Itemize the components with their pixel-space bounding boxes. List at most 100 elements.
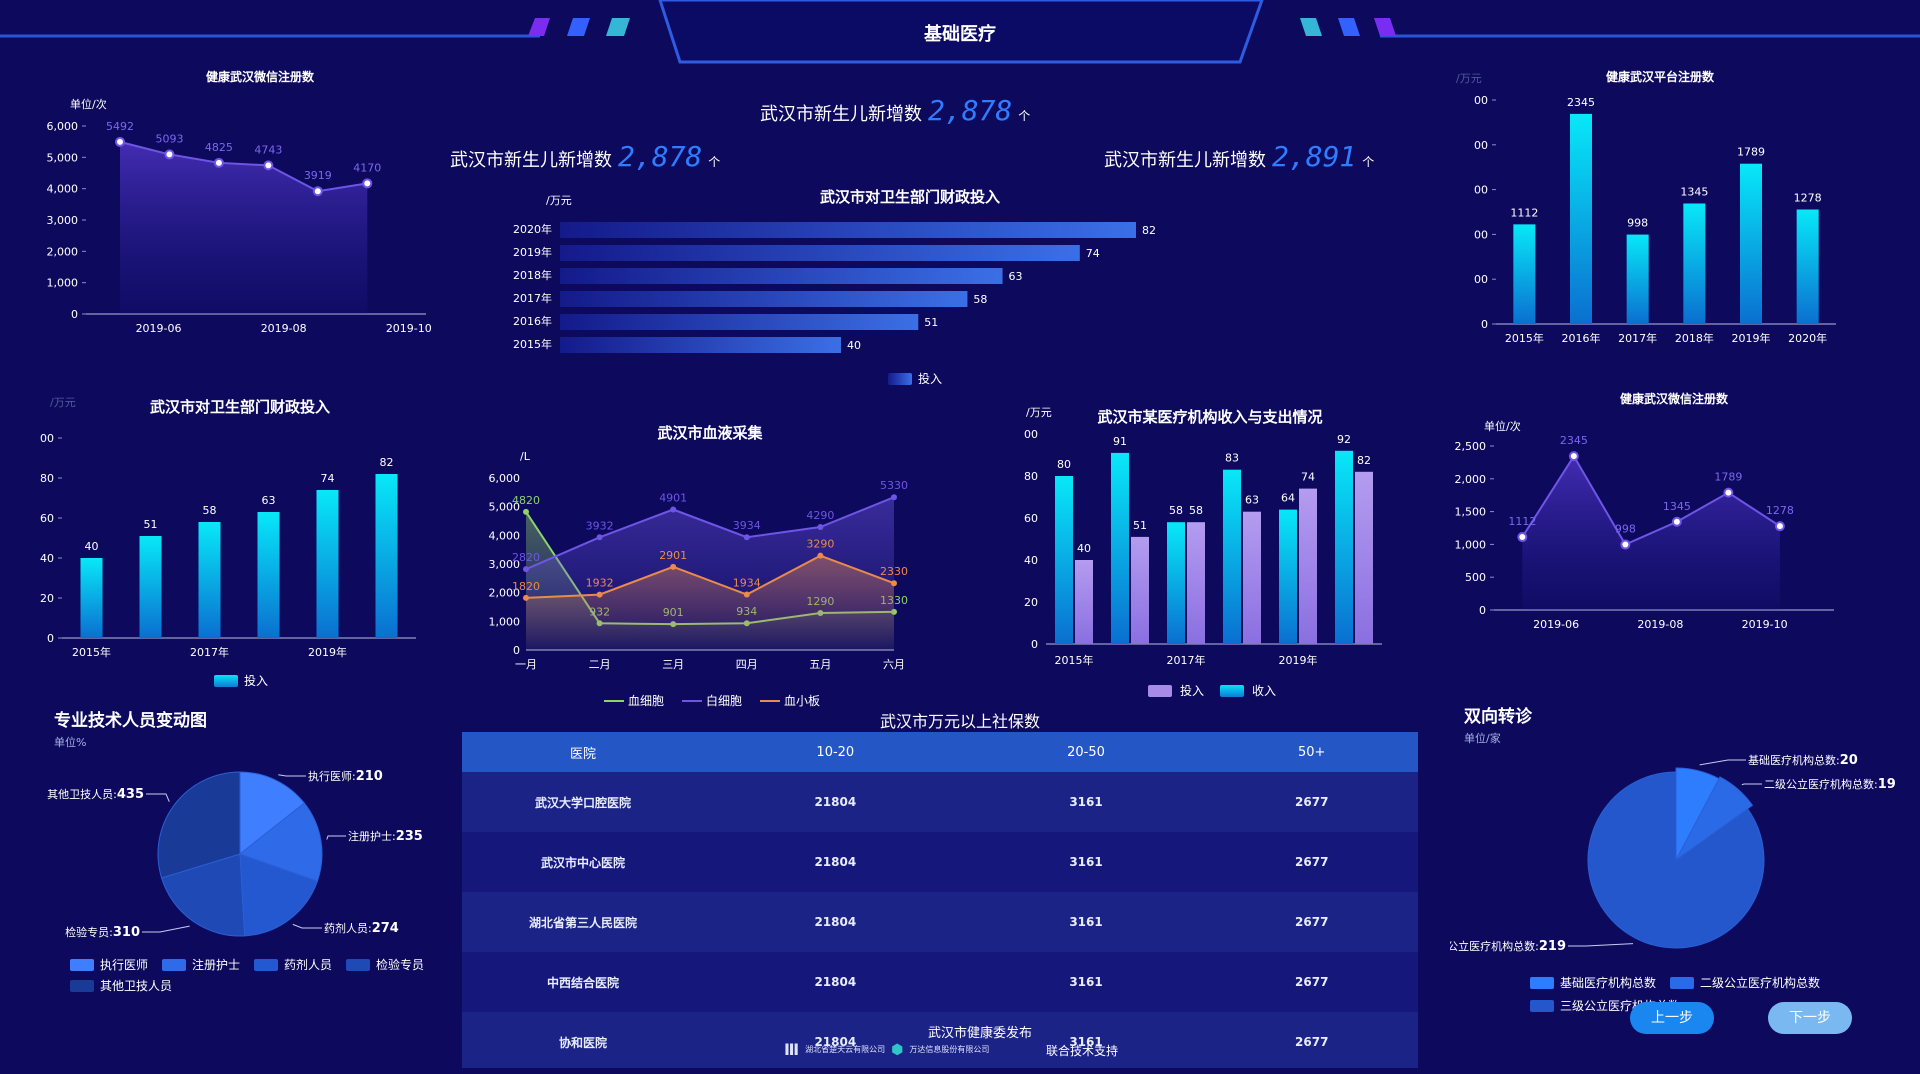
legend-swatch <box>888 372 912 385</box>
legend-swatch-income <box>1220 684 1245 697</box>
y-tick-label: 1,000 <box>1455 538 1487 551</box>
data-label: 58 <box>1189 504 1203 517</box>
data-label: 2345 <box>1567 96 1595 109</box>
legend-item-platelet: 血小板 <box>760 692 820 709</box>
stat-label: 武汉市新生儿新增数 <box>760 104 922 125</box>
staff-pie: 执行医师:210 注册护士:235 药剂人员:274 检验专员:310 其他卫技人员:4… <box>47 769 423 940</box>
stat-label: 武汉市新生儿新增数 <box>450 150 612 171</box>
data-point <box>743 591 750 598</box>
x-tick-label: 2020年 <box>1788 331 1827 345</box>
data-label: 92 <box>1337 433 1351 446</box>
cell: 21804 <box>704 952 967 1012</box>
slice-label-name: 基础医疗机构总数: <box>1748 753 1840 767</box>
bar <box>1740 163 1762 324</box>
logo-mark-icon: Ⅲ <box>784 1040 800 1059</box>
finance-h-title: 武汉市对卫生部门财政投入 <box>819 188 1000 206</box>
table-row: 湖北省第三人民医院 21804 3161 2677 <box>462 892 1418 952</box>
slice-label-value: 219 <box>1539 939 1566 954</box>
legend-label-invest: 投入 <box>1180 684 1205 698</box>
cell: 协和医院 <box>462 1012 704 1068</box>
transfer-title: 双向转诊 <box>1464 707 1532 727</box>
data-label: 63 <box>1009 270 1023 283</box>
slice-label: 二级公立医疗机构总数:19 <box>1764 777 1896 792</box>
data-point <box>115 136 125 147</box>
bar-income <box>1279 509 1297 644</box>
x-tick-label: 2019-08 <box>261 322 307 335</box>
bar <box>1570 113 1592 324</box>
x-tick-label: 2017年 <box>190 645 229 659</box>
bar <box>316 490 339 638</box>
data-label: 1278 <box>1794 191 1822 204</box>
wechat-tl-title: 健康武汉微信注册数 <box>205 70 314 84</box>
legend-label-income: 收入 <box>1252 684 1277 698</box>
data-point <box>312 186 323 197</box>
bar <box>1683 203 1706 324</box>
y-tick-label: 0 <box>513 644 520 657</box>
y-tick-label: 00 <box>1474 139 1488 152</box>
x-tick-label: 2019年 <box>1732 331 1771 345</box>
bar <box>560 314 919 330</box>
x-tick-label: 2019-10 <box>386 322 432 335</box>
slice-label: 检验专员:310 <box>65 925 140 940</box>
bar-invest <box>1131 536 1149 644</box>
bar-income <box>1223 469 1241 644</box>
y-tick-label: 00 <box>1474 184 1488 197</box>
data-label: 91 <box>1113 435 1127 448</box>
x-tick-label: 2016年 <box>1562 331 1601 345</box>
y-tick-label: 2015年 <box>513 337 552 351</box>
income-legend: 投入 收入 <box>1148 682 1276 699</box>
cell: 21804 <box>704 832 967 892</box>
y-tick-label: 40 <box>1024 554 1038 567</box>
y-tick-label: 60 <box>40 512 54 525</box>
slice-label: 基础医疗机构总数:20 <box>1748 753 1858 768</box>
bar <box>257 512 280 638</box>
transfer-pie: 基础医疗机构总数:20 二级公立医疗机构总数:19 三级公立医疗机构总数:219 <box>1450 753 1896 954</box>
y-tick-label: 2017年 <box>513 291 552 305</box>
logo-leaf-icon: ⬢ <box>891 1041 904 1058</box>
y-tick-label: 4,000 <box>47 183 79 196</box>
data-label: 40 <box>1077 542 1091 555</box>
insurance-table: 医院 10-20 20-50 50+ 武汉大学口腔医院 21804 3161 2677… <box>462 732 1418 1068</box>
y-tick-label: 5,000 <box>47 151 79 164</box>
cell: 2677 <box>1205 952 1418 1012</box>
y-tick-label: 2020年 <box>513 222 552 236</box>
slice-label-name: 其他卫技人员: <box>47 788 117 801</box>
prev-button[interactable]: 上一步 <box>1630 1002 1714 1034</box>
x-tick-label: 2019年 <box>308 645 347 659</box>
y-tick-label: 80 <box>40 472 54 485</box>
stat-unit: 个 <box>1362 155 1375 169</box>
table-title: 武汉市万元以上社保数 <box>879 712 1040 731</box>
y-tick-label: 00 <box>1474 273 1488 286</box>
label-leader <box>292 923 322 929</box>
y-tick-label: 0 <box>1481 318 1488 331</box>
next-button[interactable]: 下一步 <box>1768 1002 1852 1034</box>
data-point <box>1568 451 1579 462</box>
data-label: 82 <box>380 456 394 469</box>
data-label: 998 <box>1627 217 1648 230</box>
x-tick-label: 二月 <box>589 658 611 671</box>
legend-item-white-cell: 白细胞 <box>682 692 742 709</box>
data-label: 5492 <box>106 120 134 133</box>
staff-title: 专业技术人员变动图 <box>54 711 207 731</box>
data-label: 3932 <box>586 519 614 532</box>
data-label: 82 <box>1142 224 1156 237</box>
footer-logos: Ⅲ 湖北省楚天云有限公司 ⬢ 万达信息股份有限公司 <box>784 1040 989 1059</box>
x-tick-label: 2015年 <box>1055 653 1094 667</box>
blood-title: 武汉市血液采集 <box>657 424 763 442</box>
slice-label-value: 210 <box>356 769 383 784</box>
stat-value: 2,878 <box>928 94 1013 127</box>
data-label: 1789 <box>1714 471 1742 484</box>
data-label: 74 <box>1086 247 1100 260</box>
legend-item: 其他卫技人员 <box>70 977 172 994</box>
y-tick-label: 0 <box>71 308 78 321</box>
slice-label: 其他卫技人员:435 <box>47 787 144 802</box>
data-point <box>1723 487 1734 498</box>
x-tick-label: 2019-06 <box>1533 618 1579 631</box>
data-label: 5330 <box>880 479 908 492</box>
bar <box>139 536 162 638</box>
cell: 2677 <box>1205 832 1418 892</box>
data-label: 4825 <box>205 141 233 154</box>
y-tick-label: 00 <box>1474 94 1488 107</box>
col-50-plus: 50+ <box>1205 732 1418 772</box>
legend-item: 执行医师 <box>70 956 148 973</box>
